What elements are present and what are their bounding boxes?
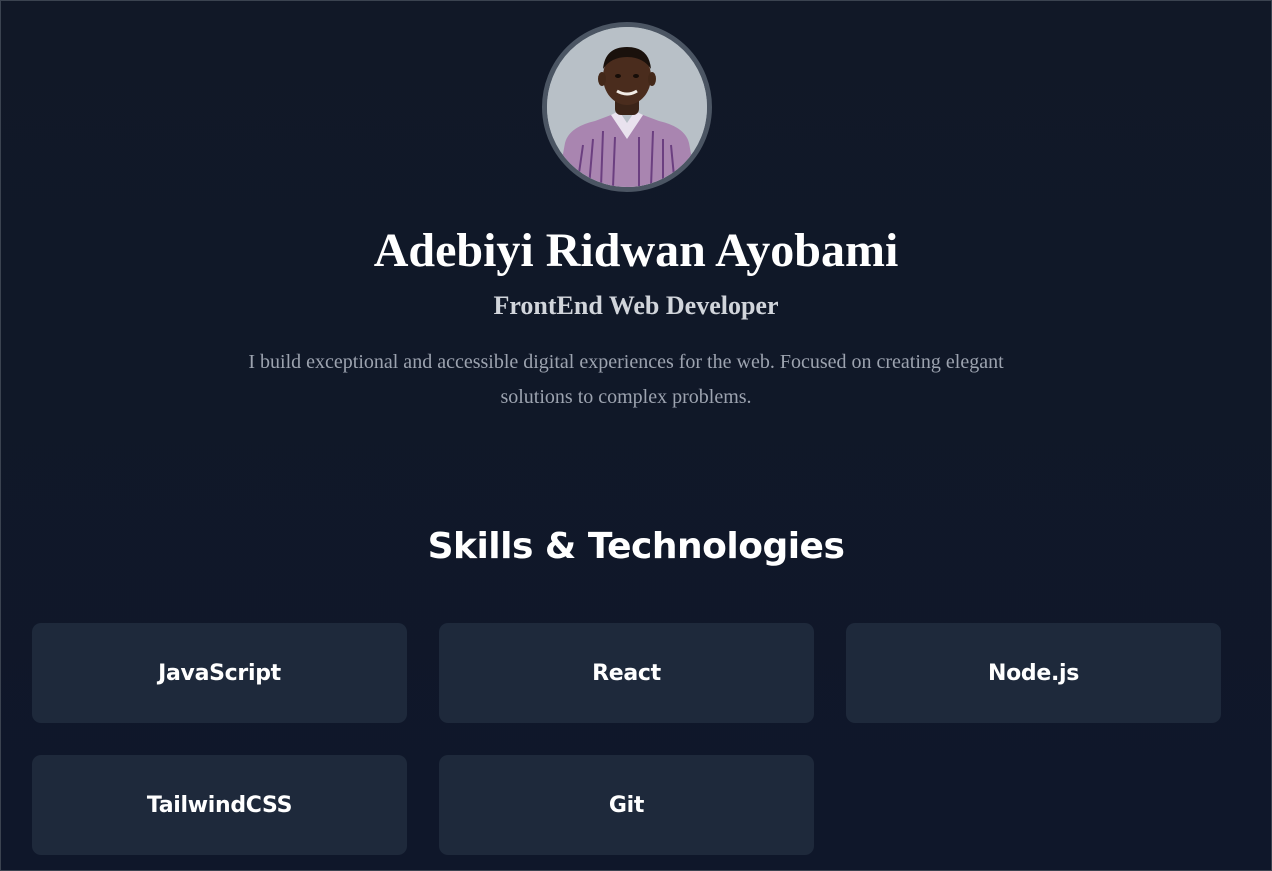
skill-card-git[interactable]: Git: [439, 755, 814, 855]
profile-bio: I build exceptional and accessible digit…: [248, 351, 1004, 408]
profile-photo-illustration: [547, 27, 707, 187]
profile-role: FrontEnd Web Developer: [493, 291, 779, 320]
skills-heading: Skills & Technologies: [427, 526, 845, 567]
skill-card-javascript[interactable]: JavaScript: [32, 623, 407, 723]
profile-name: Adebiyi Ridwan Ayobami: [373, 224, 899, 277]
skill-card-tailwindcss[interactable]: TailwindCSS: [32, 755, 407, 855]
skills-grid: JavaScript React Node.js TailwindCSS Git: [32, 623, 1221, 855]
profile-photo: [542, 22, 712, 192]
skill-card-react[interactable]: React: [439, 623, 814, 723]
skill-card-nodejs[interactable]: Node.js: [846, 623, 1221, 723]
